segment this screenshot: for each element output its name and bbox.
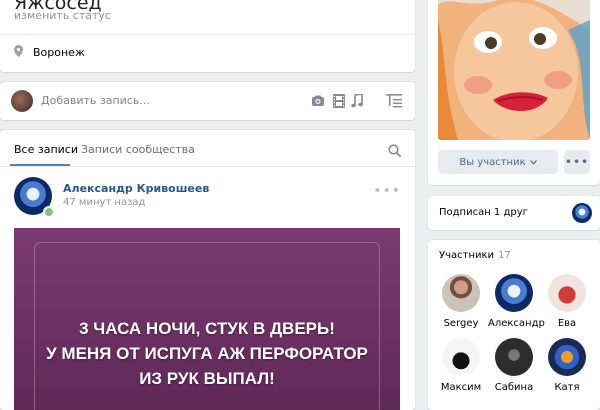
add-post-input[interactable]: Добавить запись... xyxy=(41,94,150,107)
wall: Все записи Записи сообщества Александр К… xyxy=(0,130,415,410)
member-status-button[interactable]: Вы участник xyxy=(438,150,558,174)
camera-icon[interactable] xyxy=(311,93,325,112)
member-name: Александр xyxy=(488,318,545,329)
avatar xyxy=(442,338,480,376)
member-item[interactable]: Максим xyxy=(435,338,487,393)
member-item[interactable]: Sergey xyxy=(435,274,487,329)
member-name: Сабина xyxy=(494,382,534,393)
member-name: Ева xyxy=(557,318,577,329)
friends-subscribed-block[interactable]: Подписан 1 друг xyxy=(428,196,600,230)
active-tab-indicator xyxy=(10,164,70,166)
divider xyxy=(0,34,415,35)
post-image[interactable]: 3 ЧАСА НОЧИ, СТУК В ДВЕРЬ! У МЕНЯ ОТ ИСП… xyxy=(14,228,400,410)
community-photo[interactable] xyxy=(438,0,590,140)
video-icon[interactable] xyxy=(333,93,345,112)
tab-all-posts[interactable]: Все записи xyxy=(14,143,78,156)
member-item[interactable]: Александр xyxy=(488,274,545,329)
post-timestamp[interactable]: 47 минут назад xyxy=(63,197,145,208)
member-name: Sergey xyxy=(443,318,479,329)
change-status-link[interactable]: изменить статус xyxy=(14,9,111,22)
music-icon[interactable] xyxy=(351,93,363,112)
avatar xyxy=(495,338,533,376)
member-button-label: Вы участник xyxy=(459,156,526,168)
post-author-name[interactable]: Александр Кривошеев xyxy=(63,182,209,195)
profile-header: Яжсосед изменить статус Воронеж xyxy=(0,0,415,72)
member-item[interactable]: Катя xyxy=(541,338,593,393)
search-icon[interactable] xyxy=(388,142,401,161)
member-item[interactable]: Ева xyxy=(541,274,593,329)
avatar xyxy=(442,274,480,312)
location-pin-icon xyxy=(14,45,23,60)
member-item[interactable]: Сабина xyxy=(488,338,540,393)
more-options-icon[interactable]: ••• xyxy=(373,183,401,199)
avatar xyxy=(11,90,33,112)
wall-tabs: Все записи Записи сообщества xyxy=(0,130,415,167)
city-row: Воронеж xyxy=(14,45,85,60)
member-name: Катя xyxy=(554,382,580,393)
online-indicator xyxy=(43,206,55,218)
friends-subscribed-text: Подписан 1 друг xyxy=(439,207,528,218)
city-label: Воронеж xyxy=(33,46,85,59)
post-image-text: 3 ЧАСА НОЧИ, СТУК В ДВЕРЬ! У МЕНЯ ОТ ИСП… xyxy=(46,319,368,388)
post-composer[interactable]: Добавить запись... xyxy=(0,82,415,120)
chevron-down-icon xyxy=(529,157,537,168)
tab-community-posts[interactable]: Записи сообщества xyxy=(81,143,195,156)
friend-avatar[interactable] xyxy=(572,203,592,223)
avatar xyxy=(548,274,586,312)
avatar xyxy=(548,338,586,376)
members-count: 17 xyxy=(498,250,511,261)
members-header[interactable]: Участники 17 xyxy=(439,250,511,261)
avatar xyxy=(495,274,533,312)
community-photo-card: Вы участник ••• xyxy=(428,0,600,185)
member-name: Максим xyxy=(440,382,482,393)
members-block: Участники 17 Sergey Александр Ева Максим … xyxy=(428,240,600,410)
text-format-icon[interactable] xyxy=(386,93,402,112)
members-title: Участники xyxy=(439,250,495,261)
more-actions-button[interactable]: ••• xyxy=(564,150,590,174)
face-illustration xyxy=(438,0,590,140)
